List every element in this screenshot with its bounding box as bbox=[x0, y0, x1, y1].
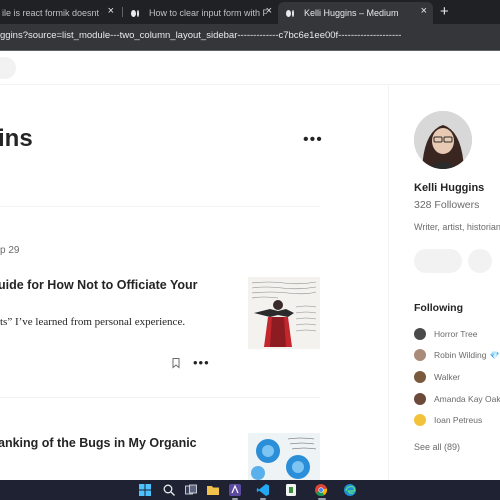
avatar bbox=[414, 328, 426, 340]
url-text[interactable]: ggins?source=list_module---two_column_la… bbox=[0, 30, 401, 41]
subscribe-button[interactable] bbox=[468, 249, 492, 273]
avatar[interactable] bbox=[414, 111, 472, 169]
following-name: Amanda Kay Oak bbox=[434, 394, 500, 404]
search-icon[interactable] bbox=[162, 483, 176, 497]
article-title[interactable]: anking of the Bugs in My Organic bbox=[0, 436, 197, 450]
browser-tab-strip: ile is react formik doesnt clear × How t… bbox=[0, 0, 500, 24]
close-icon[interactable]: × bbox=[421, 5, 427, 17]
screen: ile is react formik doesnt clear × How t… bbox=[0, 0, 500, 500]
site-header bbox=[0, 51, 500, 85]
app-icon-2[interactable] bbox=[284, 483, 298, 497]
follow-button[interactable] bbox=[414, 249, 462, 273]
thumbnail-illustration bbox=[251, 437, 317, 480]
article-thumbnail[interactable] bbox=[248, 433, 320, 481]
avatar bbox=[414, 414, 426, 426]
chrome-icon[interactable] bbox=[314, 483, 328, 497]
following-name: Robin Wilding bbox=[434, 350, 487, 360]
following-heading: Following bbox=[414, 302, 463, 314]
windows-start-icon[interactable] bbox=[138, 483, 152, 497]
medium-logo-icon bbox=[286, 9, 298, 17]
avatar bbox=[414, 393, 426, 405]
vscode-icon[interactable] bbox=[256, 483, 270, 497]
sidebar-divider bbox=[388, 85, 389, 480]
tab-title: How to clear input form with Fo bbox=[149, 8, 267, 18]
close-icon[interactable]: × bbox=[266, 5, 272, 17]
file-explorer-icon[interactable] bbox=[206, 483, 220, 497]
article-subtitle[interactable]: ts” I’ve learned from personal experienc… bbox=[0, 316, 185, 328]
article-more-icon[interactable]: ••• bbox=[193, 355, 210, 370]
following-item[interactable]: Amanda Kay Oak bbox=[414, 392, 500, 406]
divider bbox=[0, 206, 320, 207]
app-icon[interactable] bbox=[228, 483, 242, 497]
avatar bbox=[414, 349, 426, 361]
following-name: Walker bbox=[434, 372, 461, 382]
edge-icon[interactable] bbox=[343, 483, 357, 497]
see-all-link[interactable]: See all (89) bbox=[414, 442, 460, 452]
diamond-icon: 💎 bbox=[489, 350, 500, 360]
followers-count[interactable]: 328 Followers bbox=[414, 199, 479, 211]
profile-name-heading: ins bbox=[0, 125, 33, 152]
article-thumbnail[interactable] bbox=[248, 277, 320, 349]
profile-photo bbox=[414, 111, 472, 169]
divider bbox=[0, 397, 320, 398]
windows-taskbar bbox=[0, 480, 500, 500]
close-icon[interactable]: × bbox=[108, 5, 114, 17]
following-name: Horror Tree bbox=[434, 329, 478, 339]
following-item[interactable]: Walker bbox=[414, 370, 460, 384]
author-name[interactable]: Kelli Huggins bbox=[414, 182, 484, 194]
thumbnail-illustration bbox=[251, 281, 317, 347]
address-bar[interactable]: ggins?source=list_module---two_column_la… bbox=[0, 24, 500, 50]
article-title[interactable]: uide for How Not to Officiate Your bbox=[0, 278, 198, 292]
browser-tab[interactable]: ile is react formik doesnt clear × bbox=[0, 2, 120, 24]
tab-title: ile is react formik doesnt clear bbox=[2, 8, 102, 18]
following-item[interactable]: Robin Wilding 💎 bbox=[414, 348, 499, 362]
avatar bbox=[414, 371, 426, 383]
article-date: p 29 bbox=[0, 245, 20, 256]
more-options-icon[interactable]: ••• bbox=[303, 131, 323, 149]
new-tab-button[interactable]: + bbox=[440, 3, 449, 20]
following-item[interactable]: Ioan Petreus bbox=[414, 413, 482, 427]
tab-title: Kelli Huggins – Medium bbox=[304, 8, 399, 18]
medium-profile-page: ins ••• p 29 uide for How Not to Officia… bbox=[0, 51, 500, 481]
medium-logo-icon bbox=[131, 9, 143, 17]
task-view-icon[interactable] bbox=[184, 483, 198, 497]
browser-tab[interactable]: How to clear input form with Fo × bbox=[123, 2, 278, 24]
browser-tab-active[interactable]: Kelli Huggins – Medium × bbox=[278, 2, 433, 24]
author-bio: Writer, artist, historian bbox=[414, 222, 500, 232]
bookmark-icon[interactable] bbox=[170, 357, 182, 369]
search-input[interactable] bbox=[0, 57, 16, 79]
following-item[interactable]: Horror Tree bbox=[414, 327, 477, 341]
following-name: Ioan Petreus bbox=[434, 415, 483, 425]
